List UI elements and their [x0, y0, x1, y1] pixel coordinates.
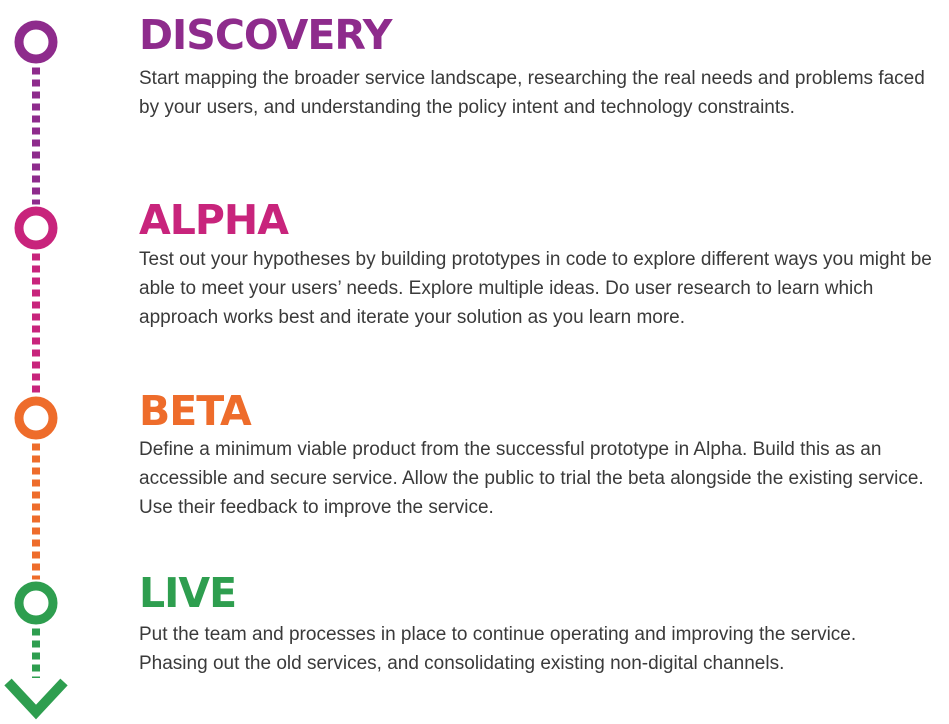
ring-icon	[14, 396, 58, 440]
ring-icon	[14, 20, 58, 64]
phase-title: DISCOVERY	[139, 11, 392, 59]
phase-live: LIVE Put the team and processes in place…	[139, 570, 945, 678]
phase-alpha: ALPHA Test out your hypotheses by buildi…	[139, 197, 945, 332]
phase-timeline	[4, 20, 68, 720]
phase-description: Start mapping the broader service landsc…	[139, 68, 925, 118]
phase-description: Test out your hypotheses by building pro…	[139, 249, 932, 328]
phase-description: Define a minimum viable product from the…	[139, 439, 924, 518]
arrow-down-icon	[4, 678, 68, 720]
phase-title: ALPHA	[139, 196, 289, 244]
phase-title: LIVE	[139, 569, 237, 617]
ring-icon	[14, 206, 58, 250]
phase-discovery: DISCOVERY Start mapping the broader serv…	[139, 12, 945, 122]
phase-beta: BETA Define a minimum viable product fro…	[139, 388, 945, 522]
phase-title: BETA	[139, 387, 252, 435]
ring-icon	[14, 581, 58, 625]
phase-description: Put the team and processes in place to c…	[139, 624, 857, 674]
